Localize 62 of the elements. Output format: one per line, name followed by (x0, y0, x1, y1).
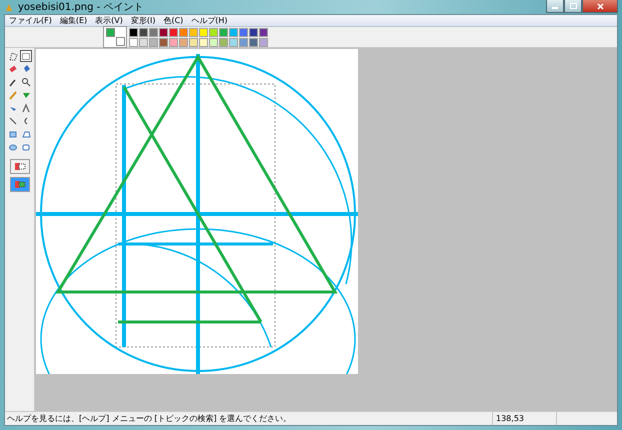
free-select-icon (8, 51, 18, 61)
menu-item[interactable]: ヘルプ(H) (191, 15, 228, 26)
color-swatch[interactable] (219, 28, 228, 36)
cursor-coordinates: 138,53 (492, 412, 556, 425)
window-title: yosebisi01.png - ペイント (18, 1, 144, 14)
color-swatch[interactable] (219, 38, 228, 46)
tool-button[interactable] (20, 50, 32, 62)
pencil-icon (8, 90, 18, 100)
menu-item[interactable]: 変形(I) (130, 15, 156, 26)
transparency-option[interactable] (10, 159, 30, 174)
color-swatch[interactable] (199, 28, 208, 36)
menu-item[interactable]: 編集(E) (60, 15, 88, 26)
color-swatch[interactable] (239, 38, 248, 46)
color-swatch[interactable] (259, 28, 268, 36)
ellipse-icon (8, 142, 18, 152)
color-swatch[interactable] (229, 38, 238, 46)
polygon-icon (21, 129, 31, 139)
color-swatch[interactable] (189, 28, 198, 36)
color-swatch[interactable] (179, 28, 188, 36)
color-swatch[interactable] (169, 28, 178, 36)
color-swatch[interactable] (159, 38, 168, 46)
app-icon (4, 2, 14, 12)
maximize-button[interactable] (564, 0, 582, 13)
select-rect-icon (21, 51, 31, 61)
color-swatch[interactable] (229, 28, 238, 36)
shapes-icon (12, 161, 26, 172)
color-swatch[interactable] (209, 28, 218, 36)
color-swatch[interactable] (159, 28, 168, 36)
tool-button[interactable] (7, 50, 19, 62)
color-swatch[interactable] (239, 28, 248, 36)
color-swatch[interactable] (189, 38, 198, 46)
foreground-color-swatch[interactable] (106, 28, 115, 37)
color-swatch[interactable] (129, 28, 138, 36)
color-swatch[interactable] (249, 38, 258, 46)
color-swatch[interactable] (199, 38, 208, 46)
tool-button[interactable] (20, 76, 32, 88)
rounded-rectangle-icon (21, 142, 31, 152)
color-swatch[interactable] (129, 38, 138, 46)
minimize-button[interactable] (546, 0, 564, 13)
background-color-swatch[interactable] (116, 37, 125, 46)
line-icon (8, 116, 18, 126)
color-swatch[interactable] (209, 38, 218, 46)
color-swatch[interactable] (259, 38, 268, 46)
color-swatch[interactable] (139, 38, 148, 46)
status-message: ヘルプを見るには、[ヘルプ] メニューの [トピックの検索] を選んでください。 (6, 413, 292, 424)
menu-item[interactable]: 色(C) (163, 15, 184, 26)
color-swatch[interactable] (249, 28, 258, 36)
magnifier-icon (21, 77, 31, 87)
color-swatch[interactable] (139, 28, 148, 36)
close-icon (596, 2, 604, 10)
menu-item[interactable]: ファイル(F) (9, 15, 52, 26)
rectangle-icon (8, 129, 18, 139)
color-swatch[interactable] (179, 38, 188, 46)
tool-button[interactable] (7, 115, 19, 127)
transparency-option[interactable] (10, 177, 30, 192)
color-swatch[interactable] (149, 38, 158, 46)
close-button[interactable] (582, 0, 618, 13)
menu-item[interactable]: 表示(V) (95, 15, 123, 26)
color-swatch[interactable] (169, 38, 178, 46)
shapes-icon (12, 179, 26, 190)
maximize-icon (570, 3, 576, 9)
color-swatch[interactable] (149, 28, 158, 36)
